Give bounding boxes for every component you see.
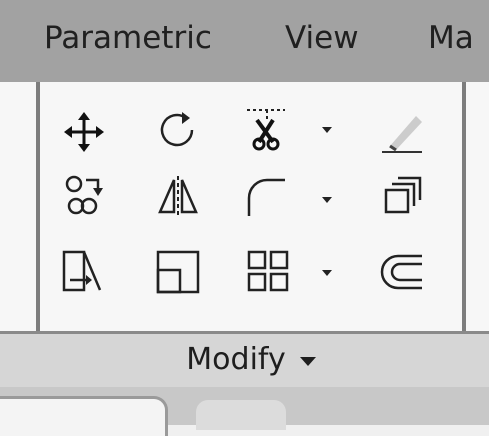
document-tab[interactable] xyxy=(196,400,286,430)
erase-button[interactable] xyxy=(378,108,426,156)
panel-title-label: Modify xyxy=(186,341,286,377)
mirror-button[interactable] xyxy=(154,172,202,220)
offset-icon xyxy=(380,254,422,290)
tab-view[interactable]: View xyxy=(285,20,359,56)
fillet-icon xyxy=(247,178,285,216)
array-icon xyxy=(247,250,289,292)
fillet-button[interactable] xyxy=(245,172,293,220)
stretch-icon xyxy=(62,250,102,292)
rotate-icon xyxy=(160,112,194,147)
tab-manage[interactable]: Ma xyxy=(428,20,474,56)
copy-icon xyxy=(65,175,103,215)
mirror-icon xyxy=(158,176,198,216)
move-button[interactable] xyxy=(60,108,108,156)
move-icon xyxy=(64,112,104,152)
rotate-button[interactable] xyxy=(154,108,202,156)
trim-button[interactable] xyxy=(245,104,293,152)
trim-icon xyxy=(247,109,285,151)
trim-dropdown-caret[interactable] xyxy=(322,127,332,133)
tab-parametric[interactable]: Parametric xyxy=(44,20,212,56)
scale-icon xyxy=(156,250,200,294)
scale-button[interactable] xyxy=(154,248,202,296)
copy-button[interactable] xyxy=(60,172,108,220)
offset-button[interactable] xyxy=(378,248,426,296)
chevron-down-icon xyxy=(299,356,316,366)
erase-icon xyxy=(382,116,422,153)
fillet-dropdown-caret[interactable] xyxy=(322,197,332,203)
array-dropdown-caret[interactable] xyxy=(322,270,332,276)
explode-icon xyxy=(384,176,422,214)
modify-panel-title[interactable]: Modify xyxy=(40,331,462,387)
stretch-button[interactable] xyxy=(60,248,108,296)
ribbon-tab-bar: Parametric View Ma xyxy=(0,0,489,82)
array-button[interactable] xyxy=(245,248,293,296)
document-tab-active[interactable] xyxy=(0,396,168,436)
explode-button[interactable] xyxy=(378,172,426,220)
